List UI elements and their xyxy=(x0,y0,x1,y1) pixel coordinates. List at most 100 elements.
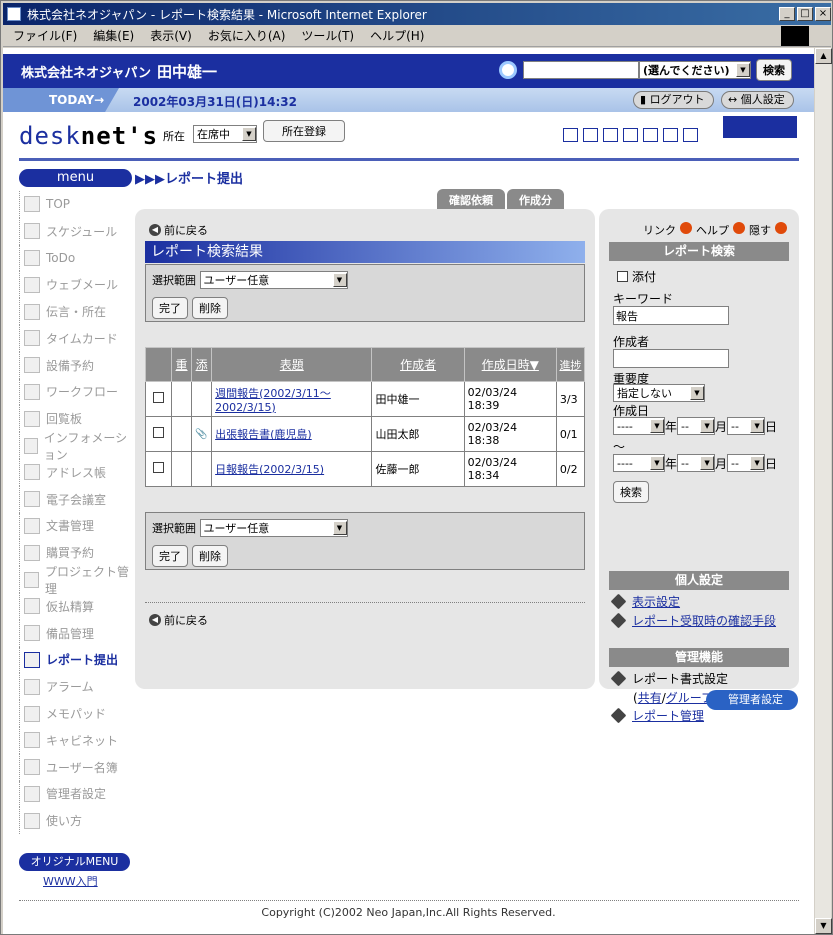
menu-item-memo[interactable]: メモパッド xyxy=(19,700,134,727)
network-icon xyxy=(24,491,40,508)
www-guide-link[interactable]: WWW入門 xyxy=(43,873,98,889)
org-chart-icon[interactable] xyxy=(583,128,598,142)
menu-favorites[interactable]: お気に入り(A) xyxy=(208,27,286,44)
to-month-select[interactable]: -- ▼ xyxy=(677,454,716,472)
menu-file[interactable]: ファイル(F) xyxy=(13,27,77,44)
location-select[interactable]: 在席中 ▼ xyxy=(193,125,257,143)
done-button-top[interactable]: 完了 xyxy=(152,297,188,319)
menu-view[interactable]: 表示(V) xyxy=(150,27,192,44)
header-search-select-value: (選んでください) xyxy=(643,64,730,77)
maximize-button[interactable]: □ xyxy=(797,7,813,21)
col-title[interactable]: 表題 xyxy=(211,347,373,382)
report-manage-link[interactable]: レポート管理 xyxy=(632,707,704,724)
scroll-down-icon[interactable]: ▼ xyxy=(815,918,832,934)
help-link[interactable]: ヘルプ xyxy=(696,222,729,238)
menu-item-forum[interactable]: 電子会議室 xyxy=(19,485,134,513)
delete-button-bottom[interactable]: 削除 xyxy=(192,545,228,567)
col-date[interactable]: 作成日時▼ xyxy=(463,347,557,382)
row-attach xyxy=(191,381,213,417)
delete-button-top[interactable]: 削除 xyxy=(192,297,228,319)
tab-created[interactable]: 作成分 xyxy=(507,189,564,211)
range-select-bottom[interactable]: ユーザー任意 ▼ xyxy=(199,519,348,537)
row-priority xyxy=(171,381,193,417)
back-link[interactable]: ◀ 前に戻る xyxy=(149,222,208,238)
keyword-input[interactable] xyxy=(613,306,729,325)
row-checkbox[interactable] xyxy=(153,427,165,438)
header-search-select[interactable]: (選んでください) ▼ xyxy=(639,61,751,79)
personal-settings-button[interactable]: ↔ 個人設定 xyxy=(721,91,794,109)
menu-item-top[interactable]: TOP xyxy=(19,191,134,218)
admin-settings-button[interactable]: 管理者設定 xyxy=(706,690,798,710)
to-day-select[interactable]: -- ▼ xyxy=(727,454,766,472)
user-icon[interactable] xyxy=(563,128,578,142)
menu-item-workflow[interactable]: ワークフロー xyxy=(19,378,134,406)
attach-checkbox[interactable] xyxy=(617,271,628,282)
back-link-bottom[interactable]: ◀ 前に戻る xyxy=(149,612,208,628)
hide-link[interactable]: 隠す xyxy=(749,222,771,238)
row-title-link[interactable]: 週間報告(2002/3/11～2002/3/15) xyxy=(215,387,331,414)
location-label: 所在 xyxy=(163,130,185,143)
menu-item-facility[interactable]: 設備予約 xyxy=(19,351,134,379)
from-day-select[interactable]: -- ▼ xyxy=(727,417,766,435)
link-link[interactable]: リンク xyxy=(643,222,676,238)
row-progress: 3/3 xyxy=(555,381,586,417)
col-author[interactable]: 作成者 xyxy=(371,347,465,382)
confirm-method-link[interactable]: レポート受取時の確認手段 xyxy=(632,612,776,629)
menu-item-timecard[interactable]: タイムカード xyxy=(19,324,134,352)
display-settings-link[interactable]: 表示設定 xyxy=(632,593,680,610)
menu-tools[interactable]: ツール(T) xyxy=(301,27,354,44)
vertical-scrollbar[interactable]: ▲ ▼ xyxy=(814,48,832,934)
menu-item-report[interactable]: レポート提出 xyxy=(19,646,134,674)
menu-item-users[interactable]: ユーザー名簿 xyxy=(19,753,134,781)
from-month-select[interactable]: -- ▼ xyxy=(677,417,716,435)
author-input[interactable] xyxy=(613,349,729,368)
phone-icon[interactable] xyxy=(603,128,618,142)
menu-item-schedule[interactable]: スケジュール xyxy=(19,217,134,245)
col-progress[interactable]: 進捗 xyxy=(555,347,586,382)
minimize-button[interactable]: _ xyxy=(779,7,795,21)
menu-item-documents[interactable]: 文書管理 xyxy=(19,512,134,540)
menu-item-todo[interactable]: ToDo xyxy=(19,244,134,272)
row-title-link[interactable]: 出張報告書(鹿児島) xyxy=(215,428,312,441)
col-attach[interactable]: 添 xyxy=(191,347,213,382)
menu-item-address[interactable]: アドレス帳 xyxy=(19,458,134,486)
logout-button[interactable]: ▮ ログアウト xyxy=(633,91,714,109)
right-search-button[interactable]: 検索 xyxy=(613,481,649,503)
menu-item-message[interactable]: 伝言・所在 xyxy=(19,298,134,325)
close-button[interactable]: × xyxy=(815,7,831,21)
menu-item-expense[interactable]: 仮払精算 xyxy=(19,592,134,620)
menu-item-help[interactable]: 使い方 xyxy=(19,807,134,835)
menu-help[interactable]: ヘルプ(H) xyxy=(370,27,424,44)
menu-item-project[interactable]: プロジェクト管理 xyxy=(19,565,134,596)
row-checkbox[interactable] xyxy=(153,462,165,473)
book-icon[interactable] xyxy=(683,128,698,142)
tab-confirm-request[interactable]: 確認依頼 xyxy=(437,189,505,211)
schedule-dropdown-icon[interactable] xyxy=(723,116,797,138)
header-search-input[interactable] xyxy=(523,61,639,79)
scroll-up-icon[interactable]: ▲ xyxy=(815,48,832,64)
menu-item-cabinet[interactable]: キャビネット xyxy=(19,726,134,754)
menu-item-information[interactable]: インフォメーション xyxy=(19,431,134,462)
row-title-link[interactable]: 日報報告(2002/3/15) xyxy=(215,463,324,476)
menu-edit[interactable]: 編集(E) xyxy=(93,27,134,44)
calendar-icon[interactable] xyxy=(663,128,678,142)
page-title: レポート検索結果 xyxy=(145,241,585,263)
attach-checkbox-row[interactable]: 添付 xyxy=(617,268,656,285)
menu-item-admin[interactable]: 管理者設定 xyxy=(19,780,134,808)
to-year-select[interactable]: ---- ▼ xyxy=(613,454,665,472)
shared-link[interactable]: 共有 xyxy=(638,689,662,706)
menu-item-alarm[interactable]: アラーム xyxy=(19,673,134,701)
row-checkbox[interactable] xyxy=(153,392,165,403)
done-button-bottom[interactable]: 完了 xyxy=(152,545,188,567)
col-priority[interactable]: 重 xyxy=(171,347,193,382)
menu-item-equipment[interactable]: 備品管理 xyxy=(19,619,134,647)
range-select-top[interactable]: ユーザー任意 ▼ xyxy=(199,271,348,289)
location-register-button[interactable]: 所在登録 xyxy=(263,120,345,142)
menu-item-webmail[interactable]: ウェブメール xyxy=(19,271,134,299)
from-year-select[interactable]: ---- ▼ xyxy=(613,417,665,435)
mail-icon[interactable] xyxy=(623,128,638,142)
priority-select[interactable]: 指定しない ▼ xyxy=(613,384,705,402)
menu-item-label: 伝言・所在 xyxy=(46,305,107,320)
header-search-button[interactable]: 検索 xyxy=(756,59,792,81)
edit-icon[interactable] xyxy=(643,128,658,142)
